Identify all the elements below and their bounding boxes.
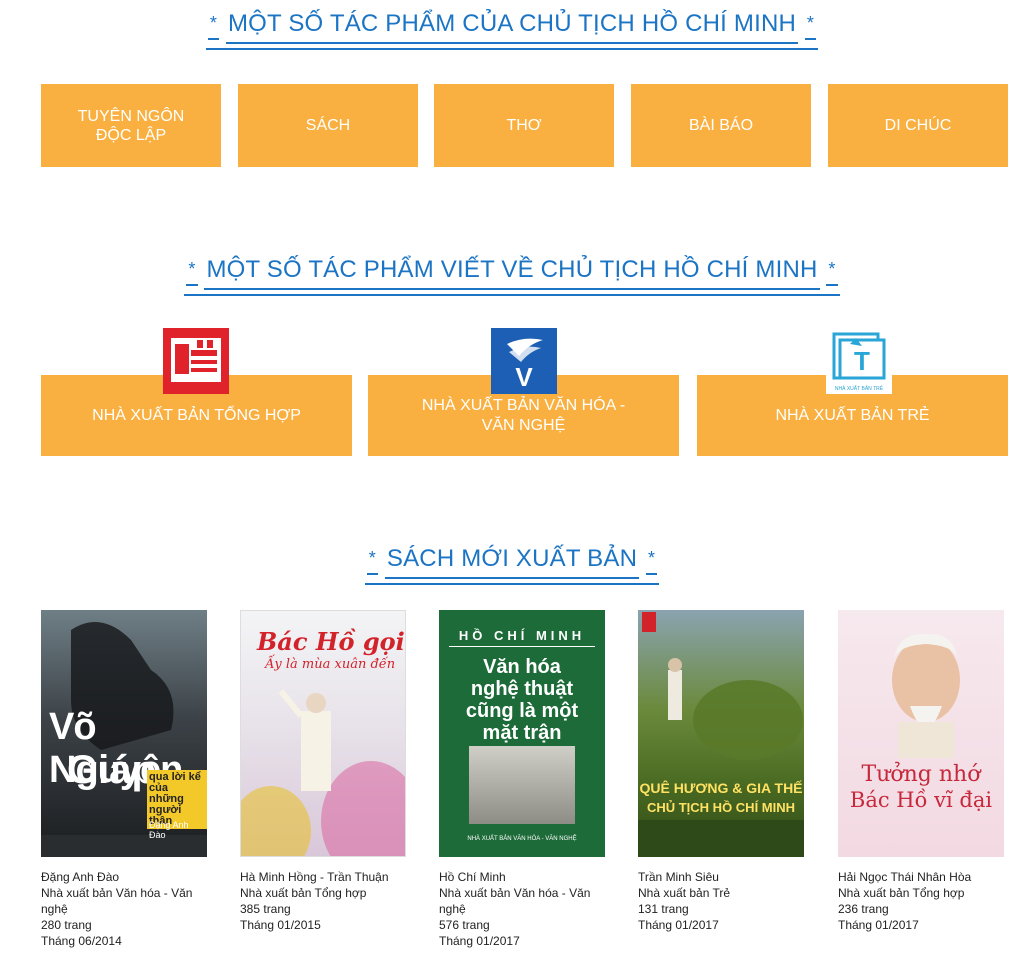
book-date: Tháng 01/2015 [240, 918, 321, 932]
book-card: Bác Hồ gọi Ấy là mùa xuân đến Hà Minh Hồ… [240, 610, 408, 933]
svg-text:NHÀ XUẤT BẢN TRẺ: NHÀ XUẤT BẢN TRẺ [835, 385, 884, 392]
book-card: HỒ CHÍ MINH Văn hóa nghệ thuật cũng là m… [439, 610, 607, 949]
section-heading-new-books: * SÁCH MỚI XUẤT BẢN * [0, 545, 1024, 585]
book-date: Tháng 01/2017 [838, 918, 919, 932]
book-date: Tháng 01/2017 [439, 934, 520, 948]
book-pages: 385 trang [240, 902, 291, 916]
cover-title: Bác Hồ gọi [257, 627, 405, 656]
section-title: MỘT SỐ TÁC PHẨM CỦA CHỦ TỊCH HỒ CHÍ MINH [225, 10, 799, 44]
book-card: Tưởng nhớ Bác Hồ vĩ đại Hải Ngọc Thái Nh… [838, 610, 1006, 933]
book-cover[interactable]: QUÊ HƯƠNG & GIA THẾ CHỦ TỊCH HỒ CHÍ MINH [638, 610, 804, 857]
book-info: Hải Ngọc Thái Nhân Hòa Nhà xuất bản Tổng… [838, 869, 1006, 933]
svg-text:V: V [515, 362, 533, 392]
book-card: Võ Nguyên Giáp qua lời kể của những ngườ… [41, 610, 209, 949]
book-cover[interactable]: HỒ CHÍ MINH Văn hóa nghệ thuật cũng là m… [439, 610, 605, 857]
section-title: MỘT SỐ TÁC PHẨM VIẾT VỀ CHỦ TỊCH HỒ CHÍ … [204, 256, 820, 290]
book-publisher: Nhà xuất bản Tổng hợp [838, 886, 965, 900]
book-pages: 131 trang [638, 902, 689, 916]
book-cover[interactable]: Võ Nguyên Giáp qua lời kể của những ngườ… [41, 610, 207, 857]
book-author: Hải Ngọc Thái Nhân Hòa [838, 870, 972, 884]
book-info: Trần Minh Siêu Nhà xuất bản Trẻ 131 tran… [638, 869, 806, 933]
book-cover[interactable]: Bác Hồ gọi Ấy là mùa xuân đến [240, 610, 406, 857]
section-heading-works-by: * MỘT SỐ TÁC PHẨM CỦA CHỦ TỊCH HỒ CHÍ MI… [0, 10, 1024, 50]
cover-title: QUÊ HƯƠNG & GIA THẾ [639, 780, 803, 796]
book-publisher: Nhà xuất bản Văn hóa - Văn nghệ [439, 886, 591, 916]
book-pages: 236 trang [838, 902, 889, 916]
book-cover[interactable]: Tưởng nhớ Bác Hồ vĩ đại [838, 610, 1004, 857]
cover-author: Đặng Anh Đào [149, 820, 189, 840]
category-label: DI CHÚC [884, 117, 952, 134]
cover-title: Tưởng nhớ [861, 762, 981, 787]
section-title: SÁCH MỚI XUẤT BẢN [384, 545, 640, 579]
cover-top-text: HỒ CHÍ MINH [458, 628, 586, 643]
van-hoa-van-nghe-logo-icon[interactable]: V [491, 328, 557, 394]
cover-title: Bác Hồ vĩ đại [849, 788, 993, 812]
cover-title: CHỦ TỊCH HỒ CHÍ MINH [646, 800, 796, 815]
cover-title: Giáp [67, 748, 156, 792]
book-pages: 280 trang [41, 918, 92, 932]
category-label: TUYÊN NGÔN ĐỘC LẬP [77, 107, 185, 144]
category-bai-bao[interactable]: BÀI BÁO [631, 84, 811, 167]
cover-title: Văn hóa nghệ thuật cũng là một mặt trận [465, 656, 579, 744]
book-publisher: Nhà xuất bản Trẻ [638, 886, 731, 900]
cover-subtitle: Ấy là mùa xuân đến [265, 657, 396, 672]
book-date: Tháng 01/2017 [638, 918, 719, 932]
book-author: Trần Minh Siêu [638, 870, 719, 884]
category-sach[interactable]: SÁCH [238, 84, 418, 167]
book-author: Hồ Chí Minh [439, 870, 506, 884]
book-author: Đặng Anh Đào [41, 870, 120, 884]
category-di-chuc[interactable]: DI CHÚC [828, 84, 1008, 167]
book-info: Hồ Chí Minh Nhà xuất bản Văn hóa - Văn n… [439, 869, 607, 949]
category-label: THƠ [506, 117, 542, 134]
svg-text:T: T [854, 346, 870, 376]
category-label: SÁCH [305, 117, 351, 134]
book-pages: 576 trang [439, 918, 490, 932]
tre-logo-icon[interactable]: T NHÀ XUẤT BẢN TRẺ [826, 328, 892, 394]
category-label: BÀI BÁO [688, 117, 754, 134]
publisher-label: NHÀ XUẤT BẢN TỔNG HỢP [92, 406, 301, 424]
book-publisher: Nhà xuất bản Tổng hợp [240, 886, 367, 900]
book-card: QUÊ HƯƠNG & GIA THẾ CHỦ TỊCH HỒ CHÍ MINH… [638, 610, 806, 933]
tong-hop-logo-icon[interactable] [163, 328, 229, 394]
category-tho[interactable]: THƠ [434, 84, 614, 167]
book-info: Đặng Anh Đào Nhà xuất bản Văn hóa - Văn … [41, 869, 209, 949]
publisher-label: NHÀ XUẤT BẢN TRẺ [775, 406, 930, 424]
book-date: Tháng 06/2014 [41, 934, 122, 948]
book-author: Hà Minh Hồng - Trần Thuận [240, 870, 389, 884]
publisher-label: NHÀ XUẤT BẢN VĂN HÓA - VĂN NGHỆ [421, 396, 626, 434]
cover-publisher: NHÀ XUẤT BẢN VĂN HÓA - VĂN NGHỆ [467, 836, 577, 842]
book-publisher: Nhà xuất bản Văn hóa - Văn nghệ [41, 886, 193, 916]
section-heading-works-about: * MỘT SỐ TÁC PHẨM VIẾT VỀ CHỦ TỊCH HỒ CH… [0, 256, 1024, 296]
book-info: Hà Minh Hồng - Trần Thuận Nhà xuất bản T… [240, 869, 408, 933]
category-tuyen-ngon-doc-lap[interactable]: TUYÊN NGÔN ĐỘC LẬP [41, 84, 221, 167]
